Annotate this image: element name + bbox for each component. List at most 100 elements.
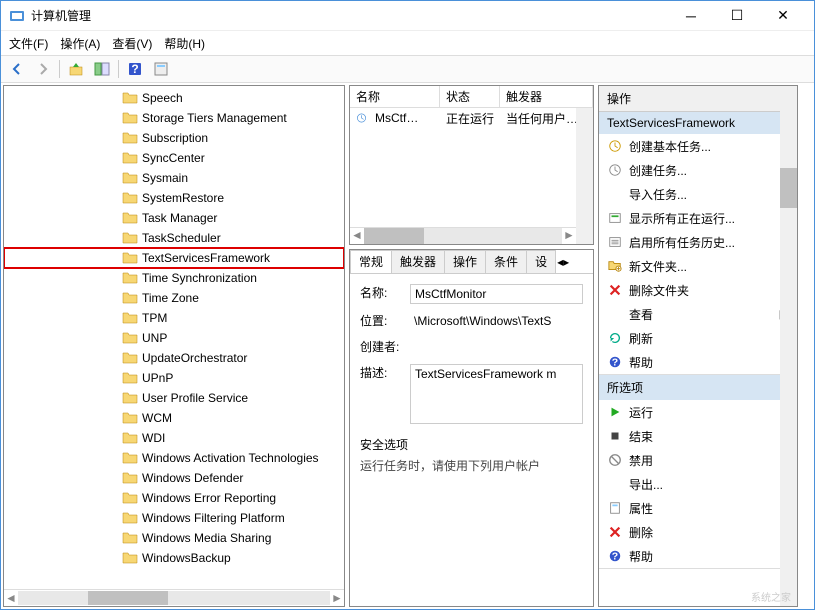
tree-item[interactable]: WDI	[4, 428, 344, 448]
actions-group-selection[interactable]: 所选项	[599, 375, 797, 400]
actions-group-contextual[interactable]: TextServicesFramework	[599, 112, 797, 134]
folder-icon	[122, 511, 138, 525]
tab-conditions[interactable]: 条件	[485, 250, 527, 273]
action-run[interactable]: 运行	[599, 400, 797, 424]
creator-value	[410, 338, 583, 356]
tree-item[interactable]: Windows Error Reporting	[4, 488, 344, 508]
properties-icon	[607, 500, 623, 516]
tree-item[interactable]: Time Synchronization	[4, 268, 344, 288]
task-icon	[607, 162, 623, 178]
tree-item[interactable]: Windows Filtering Platform	[4, 508, 344, 528]
tasklist-horizontal-scrollbar[interactable]: ◄ ►	[350, 227, 576, 244]
folder-icon	[122, 551, 138, 565]
running-icon	[607, 210, 623, 226]
tree-item[interactable]: Sysmain	[4, 168, 344, 188]
action-import[interactable]: 导入任务...	[599, 182, 797, 206]
tree-item[interactable]: WindowsBackup	[4, 548, 344, 568]
action-label: 查看	[629, 306, 780, 323]
tree-item[interactable]: SyncCenter	[4, 148, 344, 168]
folder-icon	[122, 291, 138, 305]
tree-item[interactable]: UNP	[4, 328, 344, 348]
folder-icon	[122, 211, 138, 225]
close-button[interactable]: ✕	[760, 1, 806, 31]
col-status[interactable]: 状态	[440, 86, 500, 107]
action-newfolder[interactable]: 新文件夹...	[599, 254, 797, 278]
location-label: 位置:	[360, 312, 410, 330]
tab-scroll-arrows[interactable]: ◂▸	[555, 250, 571, 273]
tree-item[interactable]: UPnP	[4, 368, 344, 388]
tree-item[interactable]: Windows Defender	[4, 468, 344, 488]
tab-general[interactable]: 常规	[350, 250, 392, 273]
action-disable[interactable]: 禁用	[599, 448, 797, 472]
tree-item[interactable]: Subscription	[4, 128, 344, 148]
app-icon	[9, 8, 25, 24]
actions-group-label: 所选项	[607, 379, 643, 396]
folder-icon	[122, 231, 138, 245]
action-label: 导出...	[629, 476, 789, 493]
tree-item[interactable]: UpdateOrchestrator	[4, 348, 344, 368]
task-row[interactable]: MsCtfMoni... 正在运行 当任何用户登录	[350, 108, 593, 128]
tree-item-label: Time Zone	[142, 291, 199, 305]
menu-help[interactable]: 帮助(H)	[164, 35, 205, 52]
action-deletefolder[interactable]: 删除文件夹	[599, 278, 797, 302]
minimize-button[interactable]: ─	[668, 1, 714, 31]
action-help[interactable]: ?帮助	[599, 350, 797, 374]
menu-action[interactable]: 操作(A)	[60, 35, 100, 52]
properties-button[interactable]	[149, 58, 173, 80]
action-end[interactable]: 结束	[599, 424, 797, 448]
action-export[interactable]: 导出...	[599, 472, 797, 496]
tree-item[interactable]: SystemRestore	[4, 188, 344, 208]
task-list-header: 名称 状态 触发器	[350, 86, 593, 108]
menu-file[interactable]: 文件(F)	[9, 35, 48, 52]
action-refresh[interactable]: 刷新	[599, 326, 797, 350]
tree-item[interactable]: Windows Media Sharing	[4, 528, 344, 548]
tree-item[interactable]: Time Zone	[4, 288, 344, 308]
tree-item[interactable]: Speech	[4, 88, 344, 108]
action-task[interactable]: 创建任务...	[599, 158, 797, 182]
window-title: 计算机管理	[31, 7, 668, 24]
action-label: 属性	[629, 500, 789, 517]
desc-value[interactable]: TextServicesFramework m	[410, 364, 583, 424]
tree-item[interactable]: TPM	[4, 308, 344, 328]
tree-item[interactable]: Windows Activation Technologies	[4, 448, 344, 468]
back-button[interactable]	[5, 58, 29, 80]
tree-item[interactable]: Task Manager	[4, 208, 344, 228]
actions-group-label: TextServicesFramework	[607, 116, 735, 130]
tree-item[interactable]: Storage Tiers Management	[4, 108, 344, 128]
col-name[interactable]: 名称	[350, 86, 440, 107]
action-help[interactable]: ?帮助	[599, 544, 797, 568]
up-button[interactable]	[64, 58, 88, 80]
action-delete[interactable]: 删除	[599, 520, 797, 544]
history-icon	[607, 234, 623, 250]
menu-view[interactable]: 查看(V)	[112, 35, 152, 52]
show-hide-tree-button[interactable]	[90, 58, 114, 80]
col-trigger[interactable]: 触发器	[500, 86, 593, 107]
tree-item[interactable]: TaskScheduler	[4, 228, 344, 248]
action-history[interactable]: 启用所有任务历史...	[599, 230, 797, 254]
tree-item-label: Subscription	[142, 131, 208, 145]
tab-actions[interactable]: 操作	[444, 250, 486, 273]
tab-triggers[interactable]: 触发器	[391, 250, 445, 273]
clock-icon	[356, 111, 367, 125]
tree[interactable]: SpeechStorage Tiers Management Subscripti…	[4, 86, 344, 589]
tasklist-vertical-scrollbar[interactable]	[576, 108, 593, 244]
maximize-button[interactable]: ☐	[714, 1, 760, 31]
name-value[interactable]: MsCtfMonitor	[410, 284, 583, 304]
tree-item-label: TaskScheduler	[142, 231, 221, 245]
folder-icon	[122, 191, 138, 205]
tab-settings[interactable]: 设	[526, 250, 556, 273]
help-button[interactable]: ?	[123, 58, 147, 80]
actions-vertical-scrollbar[interactable]	[780, 108, 797, 606]
name-label: 名称:	[360, 284, 410, 304]
folder-icon	[122, 251, 138, 265]
action-task-basic[interactable]: 创建基本任务...	[599, 134, 797, 158]
tree-item[interactable]: TextServicesFramework	[4, 248, 344, 268]
tree-item[interactable]: User Profile Service	[4, 388, 344, 408]
action-view[interactable]: 查看▶	[599, 302, 797, 326]
tree-item-label: UpdateOrchestrator	[142, 351, 247, 365]
tree-item[interactable]: WCM	[4, 408, 344, 428]
horizontal-scrollbar[interactable]: ◄ ►	[4, 589, 344, 606]
forward-button[interactable]	[31, 58, 55, 80]
action-properties[interactable]: 属性	[599, 496, 797, 520]
action-running[interactable]: 显示所有正在运行...	[599, 206, 797, 230]
